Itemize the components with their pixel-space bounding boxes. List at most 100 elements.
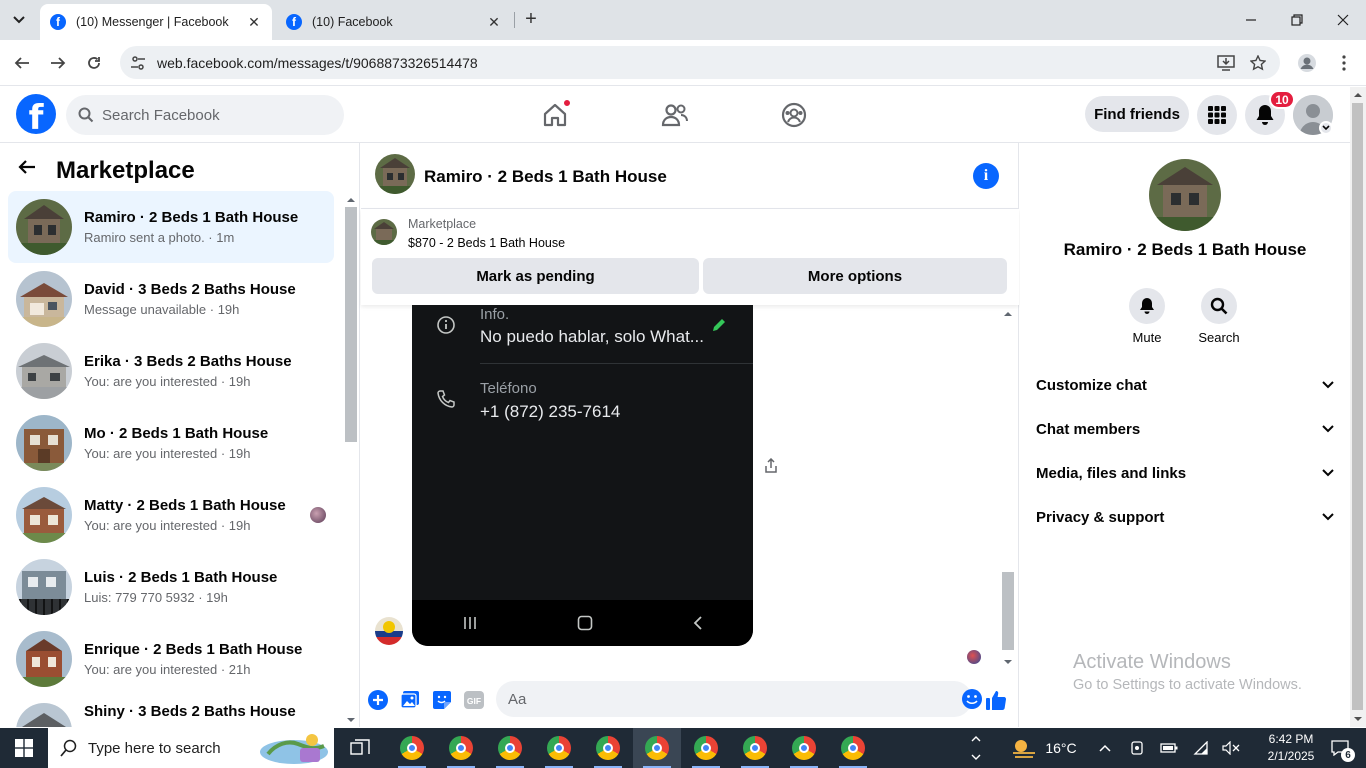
taskbar-chrome-4[interactable]: [535, 728, 583, 768]
show-hidden-icons[interactable]: [1092, 728, 1118, 768]
browser-tab-messenger[interactable]: f (10) Messenger | Facebook ✕: [40, 4, 272, 40]
taskbar-chrome-9[interactable]: [780, 728, 828, 768]
conversation-item[interactable]: Shiny · 3 Beds 2 Baths House: [8, 695, 334, 727]
details-avatar[interactable]: [1149, 159, 1221, 231]
emoji-icon[interactable]: [961, 688, 983, 710]
close-tab-icon[interactable]: ✕: [486, 14, 502, 31]
conversation-item[interactable]: Enrique · 2 Beds 1 Bath House You: are yo…: [8, 623, 334, 695]
restore-button[interactable]: [1274, 0, 1320, 40]
conversation-item[interactable]: Ramiro · 2 Beds 1 Bath House Ramiro sent …: [8, 191, 334, 263]
shared-photo-message[interactable]: Info. No puedo hablar, solo What... Telé…: [412, 305, 753, 646]
groups-nav[interactable]: [770, 95, 818, 135]
taskbar-chrome-6[interactable]: [633, 728, 681, 768]
more-options-button[interactable]: More options: [703, 258, 1007, 294]
scroll-up-icon[interactable]: [1002, 309, 1014, 319]
taskbar-chrome-1[interactable]: [388, 728, 436, 768]
conversation-item[interactable]: David · 3 Beds 2 Baths House Message unav…: [8, 263, 334, 335]
taskbar-chrome-3[interactable]: [486, 728, 534, 768]
home-nav[interactable]: [531, 95, 579, 135]
message-thread-scrollbar[interactable]: [1001, 305, 1017, 673]
install-app-button[interactable]: [1212, 49, 1240, 77]
chat-title[interactable]: Ramiro · 2 Beds 1 Bath House: [424, 167, 667, 187]
account-caret[interactable]: [1319, 121, 1333, 135]
close-window-button[interactable]: [1320, 0, 1366, 40]
weather-widget[interactable]: 16°C: [1004, 728, 1084, 768]
minimize-button[interactable]: [1228, 0, 1274, 40]
conversation-item[interactable]: Erika · 3 Beds 2 Baths House You: are you…: [8, 335, 334, 407]
facebook-search[interactable]: [66, 95, 344, 135]
taskbar-chrome-5[interactable]: [584, 728, 632, 768]
back-arrow-icon[interactable]: [18, 159, 36, 175]
sender-avatar[interactable]: [375, 617, 403, 645]
conversation-list-scrollbar[interactable]: [344, 191, 357, 727]
gif-icon: GIF: [464, 691, 484, 709]
conversation-item[interactable]: Mo · 2 Beds 1 Bath House You: are you int…: [8, 407, 334, 479]
start-button[interactable]: [0, 728, 48, 768]
forward-button[interactable]: [44, 49, 72, 77]
bookmark-button[interactable]: [1244, 49, 1272, 77]
scroll-up-icon[interactable]: [1352, 90, 1364, 100]
find-friends-button[interactable]: Find friends: [1085, 96, 1189, 132]
attach-photo-button[interactable]: [398, 688, 422, 712]
taskbar-chrome-10[interactable]: [829, 728, 877, 768]
search-action[interactable]: Search: [1189, 288, 1249, 345]
scrollbar-thumb[interactable]: [345, 207, 357, 442]
battery-tray[interactable]: [1156, 728, 1182, 768]
conversation-item[interactable]: Luis · 2 Beds 1 Bath House Luis: 779 770 …: [8, 551, 334, 623]
site-info-icon[interactable]: [130, 55, 146, 71]
tab-search-button[interactable]: [6, 8, 32, 32]
conversation-item[interactable]: Matty · 2 Beds 1 Bath House You: are you …: [8, 479, 334, 551]
reload-button[interactable]: [80, 49, 108, 77]
more-actions-button[interactable]: [366, 688, 390, 712]
media-files-links-section[interactable]: Media, files and links: [1028, 451, 1342, 495]
taskbar-chrome-2[interactable]: [437, 728, 485, 768]
customize-chat-section[interactable]: Customize chat: [1028, 363, 1342, 407]
gif-button[interactable]: GIF: [462, 688, 486, 712]
send-like-button[interactable]: [984, 688, 1008, 712]
browser-tab-facebook[interactable]: f (10) Facebook ✕: [276, 4, 512, 40]
task-view-button[interactable]: [336, 728, 384, 768]
conversation-info-icon[interactable]: i: [973, 163, 999, 189]
mute-action[interactable]: Mute: [1117, 288, 1177, 345]
scroll-down-icon[interactable]: [1002, 657, 1014, 667]
back-button[interactable]: [8, 49, 36, 77]
taskbar-overflow-scroller[interactable]: [968, 728, 984, 768]
chrome-icon: [792, 736, 816, 760]
page-scrollbar[interactable]: [1350, 87, 1366, 727]
close-tab-icon[interactable]: ✕: [246, 14, 262, 31]
scroll-up-icon[interactable]: [345, 195, 357, 205]
taskbar-search[interactable]: Type here to search: [48, 728, 334, 768]
friends-nav[interactable]: [651, 95, 699, 135]
taskbar-chrome-7[interactable]: [682, 728, 730, 768]
message-input-wrapper[interactable]: [496, 681, 982, 717]
facebook-logo[interactable]: f: [16, 94, 56, 134]
message-input[interactable]: [508, 690, 928, 708]
taskbar-chrome-8[interactable]: [731, 728, 779, 768]
new-tab-button[interactable]: +: [520, 9, 542, 31]
scrollbar-thumb[interactable]: [1002, 572, 1014, 650]
listing-price-title[interactable]: $870 - 2 Beds 1 Bath House: [408, 236, 565, 250]
share-icon[interactable]: [764, 458, 778, 474]
listing-thumbnail: [16, 343, 72, 399]
scroll-down-icon[interactable]: [345, 715, 357, 725]
profile-button[interactable]: [1293, 49, 1321, 77]
scroll-down-icon[interactable]: [1352, 714, 1364, 724]
scrollbar-thumb[interactable]: [1352, 103, 1363, 710]
listing-thumbnail[interactable]: [371, 219, 397, 245]
taskbar-clock[interactable]: 6:42 PM 2/1/2025: [1262, 731, 1320, 765]
facebook-favicon-icon: f: [50, 14, 66, 30]
menu-button[interactable]: [1197, 95, 1237, 135]
chat-avatar[interactable]: [375, 154, 415, 194]
sticker-button[interactable]: [430, 688, 454, 712]
search-input[interactable]: [102, 106, 322, 124]
meet-now-tray[interactable]: [1124, 728, 1150, 768]
chat-members-section[interactable]: Chat members: [1028, 407, 1342, 451]
listing-thumbnail: [16, 199, 72, 255]
volume-tray[interactable]: [1218, 728, 1244, 768]
mark-as-pending-button[interactable]: Mark as pending: [372, 258, 699, 294]
address-bar[interactable]: web.facebook.com/messages/t/906887332651…: [120, 46, 1280, 79]
privacy-support-section[interactable]: Privacy & support: [1028, 495, 1342, 539]
network-tray[interactable]: [1188, 728, 1214, 768]
notification-center-button[interactable]: 6: [1322, 728, 1358, 768]
browser-menu-button[interactable]: [1330, 49, 1358, 77]
